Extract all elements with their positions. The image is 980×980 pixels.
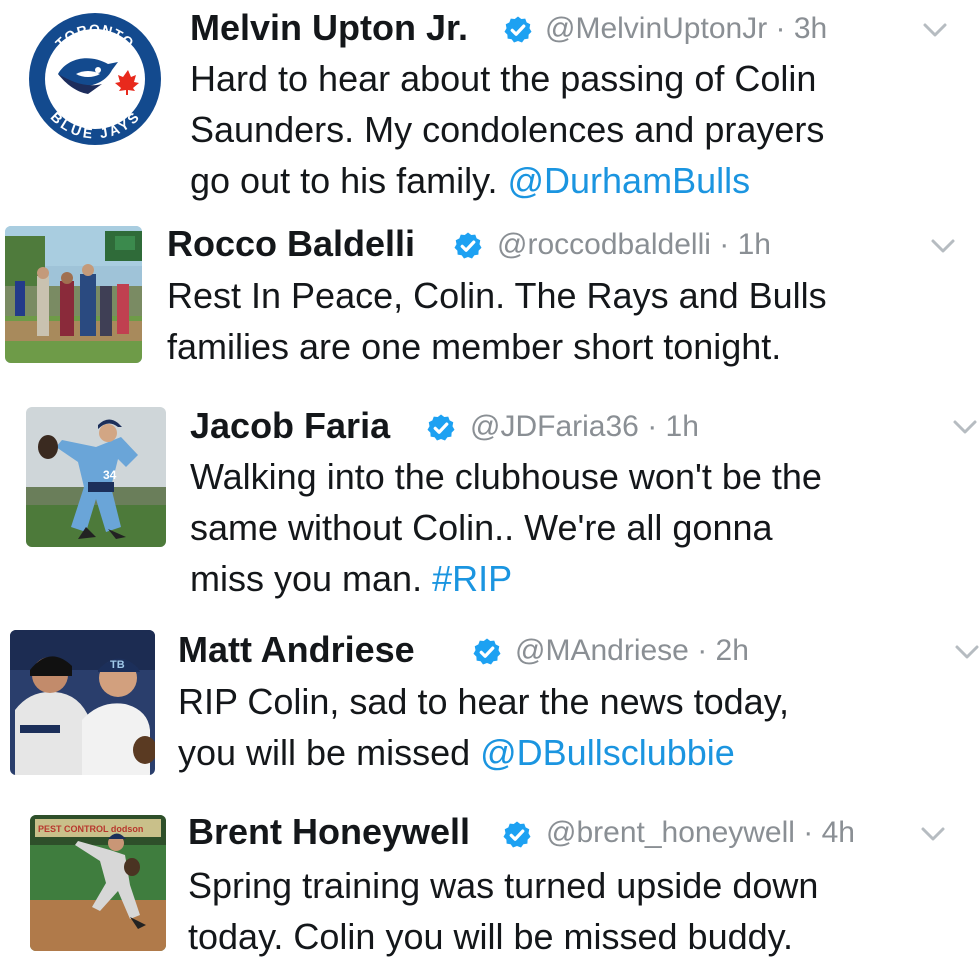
chevron-down-icon[interactable]: [918, 824, 948, 844]
meta-dot: ·: [697, 634, 716, 667]
blue-jays-logo-icon[interactable]: TORONTO BLUE JAYS: [28, 12, 162, 146]
meta-dot: ·: [719, 228, 738, 261]
chevron-down-icon[interactable]: [920, 20, 950, 40]
text-line: families are one member short tonight.: [167, 326, 782, 367]
pitching-photo[interactable]: PEST CONTROL dodson: [30, 815, 166, 951]
banner-text: PEST CONTROL dodson: [38, 824, 143, 834]
cap-logo-icon: TB: [110, 659, 125, 671]
timestamp[interactable]: 3h: [794, 12, 827, 45]
tweet-jacob-faria[interactable]: 34 Jacob Faria @JDFaria36 · 1h Walking i…: [0, 395, 980, 620]
hashtag-link[interactable]: #RIP: [432, 558, 512, 599]
text-line: Spring training was turned upside down: [188, 865, 819, 906]
tweet-brent-honeywell[interactable]: PEST CONTROL dodson Brent Honeywell @bre…: [0, 800, 980, 980]
timestamp[interactable]: 1h: [666, 410, 699, 443]
tweet-meta[interactable]: @MAndriese · 2h: [515, 636, 749, 666]
tweet-text: Rest In Peace, Colin. The Rays and Bulls…: [167, 270, 827, 372]
meta-dot: ·: [803, 816, 822, 849]
text-line: miss you man. #RIP: [190, 558, 513, 599]
text-line: same without Colin.. We're all gonna: [190, 507, 773, 548]
author-name[interactable]: Brent Honeywell: [188, 814, 470, 850]
author-name[interactable]: Jacob Faria: [190, 408, 390, 444]
author-name[interactable]: Melvin Upton Jr.: [190, 10, 468, 46]
text-line: Saunders. My condolences and prayers: [190, 109, 825, 150]
meta-dot: ·: [647, 410, 666, 443]
text-line: Walking into the clubhouse won't be the: [190, 456, 822, 497]
tweet-text: Spring training was turned upside down t…: [188, 860, 818, 962]
mention-link[interactable]: @DurhamBulls: [507, 160, 750, 201]
text-line: Rest In Peace, Colin. The Rays and Bulls: [167, 275, 827, 316]
mention-link[interactable]: @DBullsclubbie: [480, 732, 735, 773]
author-handle[interactable]: @brent_honeywell: [546, 816, 795, 849]
verified-badge-icon: [502, 820, 532, 850]
timestamp[interactable]: 4h: [822, 816, 855, 849]
tweet-meta[interactable]: @JDFaria36 · 1h: [470, 412, 699, 442]
tweet-text: RIP Colin, sad to hear the news today, y…: [178, 676, 789, 778]
verified-badge-icon: [472, 637, 502, 667]
players-photo[interactable]: TB: [10, 630, 155, 775]
verified-badge-icon: [426, 413, 456, 443]
tweet-meta[interactable]: @MelvinUptonJr · 3h: [545, 14, 827, 44]
author-name[interactable]: Rocco Baldelli: [167, 226, 415, 262]
chevron-down-icon[interactable]: [928, 236, 958, 256]
author-handle[interactable]: @JDFaria36: [470, 410, 639, 443]
tweet-rocco-baldelli[interactable]: Rocco Baldelli @roccodbaldelli · 1h Rest…: [0, 210, 980, 395]
ballfield-photo[interactable]: [5, 226, 142, 363]
verified-badge-icon: [453, 231, 483, 261]
text-line: today. Colin you will be missed buddy.: [188, 916, 793, 957]
author-handle[interactable]: @roccodbaldelli: [497, 228, 711, 261]
jersey-number-icon: 34: [103, 468, 117, 482]
chevron-down-icon[interactable]: [950, 417, 980, 437]
timestamp[interactable]: 1h: [738, 228, 771, 261]
pitcher-photo[interactable]: 34: [26, 407, 166, 547]
author-handle[interactable]: @MelvinUptonJr: [545, 12, 767, 45]
timestamp[interactable]: 2h: [716, 634, 749, 667]
tweet-text: Hard to hear about the passing of Colin …: [190, 53, 824, 206]
text-line: Hard to hear about the passing of Colin: [190, 58, 817, 99]
author-handle[interactable]: @MAndriese: [515, 634, 689, 667]
author-name[interactable]: Matt Andriese: [178, 632, 415, 668]
tweet-matt-andriese[interactable]: TB Matt Andriese @MAndriese · 2h RIP Col…: [0, 620, 980, 800]
text-line: you will be missed @DBullsclubbie: [178, 732, 735, 773]
meta-dot: ·: [775, 12, 794, 45]
tweet-text: Walking into the clubhouse won't be the …: [190, 451, 822, 604]
chevron-down-icon[interactable]: [952, 642, 980, 662]
verified-badge-icon: [503, 15, 533, 45]
text-line: RIP Colin, sad to hear the news today,: [178, 681, 790, 722]
tweet-melvin-upton[interactable]: TORONTO BLUE JAYS Melvin Upton Jr. @Melv…: [0, 0, 980, 210]
tweet-meta[interactable]: @brent_honeywell · 4h: [546, 818, 855, 848]
text-line: go out to his family. @DurhamBulls: [190, 160, 751, 201]
tweet-meta[interactable]: @roccodbaldelli · 1h: [497, 230, 771, 260]
